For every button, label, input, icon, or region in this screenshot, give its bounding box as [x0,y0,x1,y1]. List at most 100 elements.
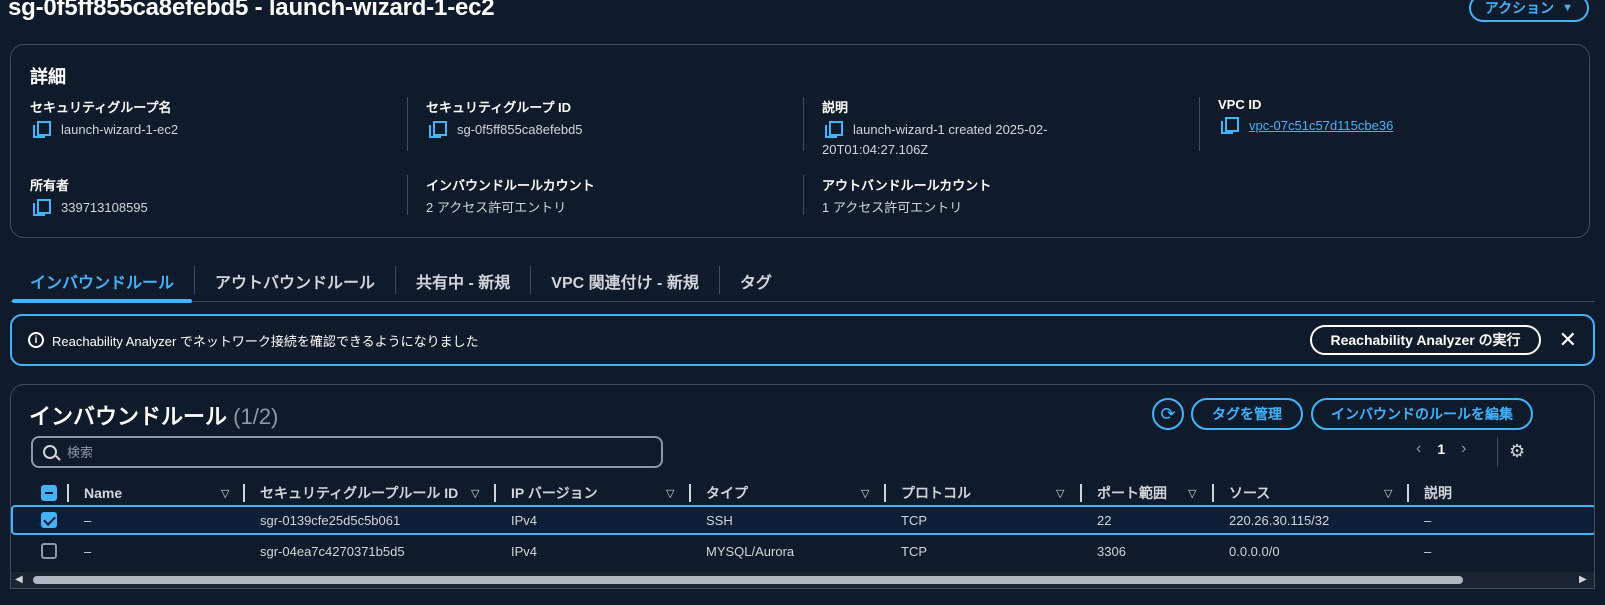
chevron-left-icon[interactable]: ‹ [1416,440,1421,458]
sort-icon[interactable]: ▽ [1056,487,1064,500]
column-header-port-range[interactable]: ポート範囲 ▽ [1097,479,1217,507]
description-value-line2: 20T01:04:27.106Z [822,142,929,157]
field-label: VPC ID [1218,97,1262,112]
sort-icon[interactable]: ▽ [221,487,229,500]
select-all-checkbox[interactable] [41,485,57,501]
column-header-type[interactable]: タイプ ▽ [706,479,886,507]
tab-inbound-rules[interactable]: インバウンドルール [10,262,194,303]
sort-icon[interactable]: ▽ [861,487,869,500]
column-header-ip-version[interactable]: IP バージョン ▽ [511,479,691,507]
page-number[interactable]: 1 [1437,441,1445,457]
cell-source: 0.0.0.0/0 [1229,543,1280,559]
column-header-label: セキュリティグループルール ID [260,485,459,501]
field-label: 説明 [822,100,849,115]
owner-value: 339713108595 [61,200,148,215]
field-label: 所有者 [30,178,70,193]
close-icon[interactable]: ✕ [1559,329,1577,351]
search-box [31,436,663,468]
refresh-button[interactable]: ⟳ [1152,398,1184,430]
search-icon [43,445,57,459]
column-header-name[interactable]: Name ▽ [84,479,244,507]
scroll-right-icon[interactable]: ▶ [1579,574,1587,585]
column-divider [1407,484,1409,502]
scroll-left-icon[interactable]: ◀ [15,574,23,585]
cell-rule-id: sgr-04ea7c4270371b5d5 [260,543,405,559]
column-header-label: ソース [1229,485,1271,501]
horizontal-scrollbar[interactable]: ◀ ▶ [11,572,1594,588]
cell-protocol: TCP [901,512,927,528]
cell-source: 220.26.30.115/32 [1229,512,1330,528]
tab-vpc-associations[interactable]: VPC 関連付け - 新規 [531,262,719,300]
scrollbar-thumb[interactable] [33,576,1463,584]
field-outbound-count: アウトバンドルールカウント 1 アクセス許可エントリ [803,175,1202,218]
chevron-right-icon[interactable]: › [1461,440,1466,458]
copy-icon[interactable] [825,121,843,139]
column-header-label: プロトコル [901,485,971,501]
refresh-icon: ⟳ [1160,403,1176,424]
security-group-detail-page: sg-0f5ff855ca8efebd5 - launch-wizard-1-e… [0,0,1605,605]
sort-icon[interactable]: ▽ [1188,487,1196,500]
sort-icon[interactable]: ▽ [1384,487,1392,500]
copy-icon[interactable] [1221,117,1239,135]
row-checkbox[interactable] [41,543,57,559]
table-row[interactable]: – sgr-04ea7c4270371b5d5 IPv4 MYSQL/Auror… [11,536,1594,566]
banner-text: Reachability Analyzer でネットワーク接続を確認できるように… [52,333,479,349]
field-value-row: sg-0f5ff855ca8efebd5 [426,120,806,140]
actions-button[interactable]: アクション ▼ [1468,0,1589,22]
copy-icon[interactable] [33,199,51,217]
tab-sharing[interactable]: 共有中 - 新規 [396,262,530,300]
field-label: セキュリティグループ ID [426,100,572,115]
run-reachability-analyzer-button[interactable]: Reachability Analyzer の実行 [1310,325,1541,355]
rules-title: インバウンドルール (1/2) [29,399,278,431]
cell-rule-id: sgr-0139cfe25d5c5b061 [260,512,401,528]
column-header-rule-id[interactable]: セキュリティグループルール ID ▽ [260,479,490,507]
column-divider [689,484,691,502]
column-divider [1080,484,1082,502]
column-header-source[interactable]: ソース ▽ [1229,479,1409,507]
tab-outbound-rules[interactable]: アウトバウンドルール [195,262,395,300]
search-input[interactable] [67,444,627,460]
field-sg-id: セキュリティグループ ID sg-0f5ff855ca8efebd5 [407,97,806,151]
sort-icon[interactable]: ▽ [666,487,674,500]
page-header: sg-0f5ff855ca8efebd5 - launch-wizard-1-e… [8,0,1589,24]
gear-icon[interactable]: ⚙ [1509,441,1525,462]
table-row[interactable]: – sgr-0139cfe25d5c5b061 IPv4 SSH TCP 22 … [11,505,1594,535]
field-label: アウトバンドルールカウント [822,178,992,193]
cell-ip-version: IPv4 [511,512,538,528]
column-header-label: 説明 [1424,485,1452,501]
field-value-row: 339713108595 [30,198,410,218]
edit-inbound-rules-button[interactable]: インバウンドのルールを編集 [1311,398,1533,430]
sort-icon[interactable]: ▽ [471,487,479,500]
column-header-label: IP バージョン [511,485,598,501]
field-value-row: launch-wizard-1 created 2025-02- [822,120,1202,140]
copy-icon[interactable] [33,121,51,139]
copy-icon[interactable] [429,121,447,139]
caret-down-icon: ▼ [1562,2,1573,14]
inbound-rules-panel: インバウンドルール (1/2) ⟳ タグを管理 インバウンドのルールを編集 ‹ … [10,384,1595,589]
field-value-row: launch-wizard-1-ec2 [30,120,410,140]
field-value-row: 2 アクセス許可エントリ [426,198,806,218]
cell-description: – [1424,512,1432,528]
field-value-row: vpc-07c51c57d115cbe36 [1218,116,1598,136]
column-divider [67,484,69,502]
info-icon: i [28,332,44,348]
field-vpc-id: VPC ID vpc-07c51c57d115cbe36 [1199,97,1598,151]
row-checkbox[interactable] [41,512,57,528]
field-inbound-count: インバウンドルールカウント 2 アクセス許可エントリ [407,175,806,218]
manage-tags-button[interactable]: タグを管理 [1191,398,1303,430]
page-title: sg-0f5ff855ca8efebd5 - launch-wizard-1-e… [8,0,495,21]
column-divider [243,484,245,502]
column-divider [494,484,496,502]
cell-port-range: 22 [1097,512,1112,528]
table-header: Name ▽ セキュリティグループルール ID ▽ IP バージョン ▽ タイプ… [11,479,1594,507]
field-value-row: 1 アクセス許可エントリ [822,198,1202,218]
column-header-protocol[interactable]: プロトコル ▽ [901,479,1081,507]
pagination: ‹ 1 › [1416,440,1466,458]
field-label: インバウンドルールカウント [426,178,595,193]
vpc-id-link[interactable]: vpc-07c51c57d115cbe36 [1249,116,1393,136]
rules-count: (1/2) [233,404,279,429]
tab-tags[interactable]: タグ [720,262,792,300]
sg-id-value: sg-0f5ff855ca8efebd5 [457,122,583,137]
field-description: 説明 launch-wizard-1 created 2025-02- 20T0… [803,97,1202,160]
column-header-description[interactable]: 説明 [1424,479,1544,507]
